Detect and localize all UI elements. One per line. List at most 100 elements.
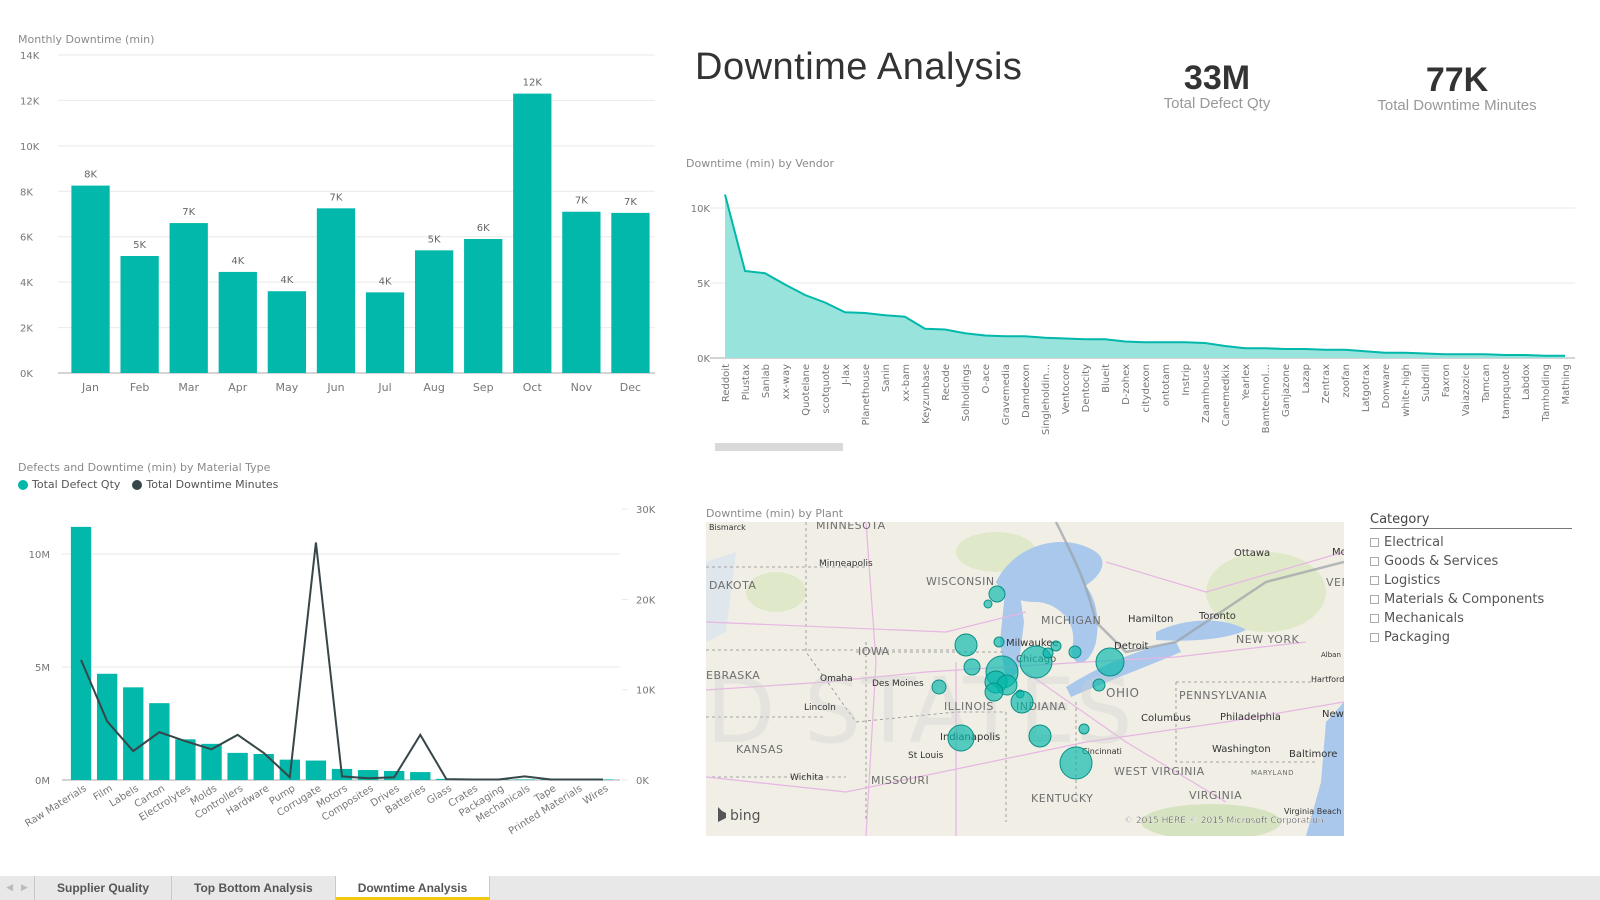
data-point[interactable] (743, 269, 747, 273)
data-point[interactable] (1283, 347, 1287, 351)
data-point[interactable] (1303, 347, 1307, 351)
data-point[interactable] (983, 334, 987, 338)
data-point[interactable] (601, 778, 605, 782)
bar[interactable] (410, 772, 431, 780)
plant-bubble[interactable] (983, 599, 993, 609)
bar[interactable] (71, 185, 110, 373)
data-point[interactable] (803, 293, 807, 297)
data-point[interactable] (497, 778, 501, 782)
bar[interactable] (316, 208, 356, 373)
checkbox-icon[interactable] (1370, 557, 1379, 566)
bar[interactable] (562, 211, 601, 373)
material-combo-chart[interactable]: 0M5M10M0K10K20K30KRaw Materials FilmLabel… (0, 495, 680, 850)
data-point[interactable] (883, 313, 887, 317)
data-point[interactable] (1163, 340, 1167, 344)
data-point[interactable] (236, 733, 240, 737)
data-point[interactable] (1203, 341, 1207, 345)
plant-bubble[interactable] (1078, 723, 1090, 735)
data-point[interactable] (418, 733, 422, 737)
next-page-icon[interactable]: ▶ (21, 883, 28, 893)
plant-bubble[interactable] (963, 658, 981, 676)
plant-bubble[interactable] (1010, 690, 1034, 714)
data-point[interactable] (1103, 337, 1107, 341)
data-point[interactable] (1443, 352, 1447, 356)
data-point[interactable] (1463, 352, 1467, 356)
checkbox-icon[interactable] (1370, 595, 1379, 604)
data-point[interactable] (943, 328, 947, 332)
plant-bubble[interactable] (1068, 645, 1082, 659)
data-point[interactable] (863, 311, 867, 315)
bar[interactable] (414, 250, 454, 373)
bar[interactable] (305, 760, 327, 780)
data-point[interactable] (131, 749, 135, 753)
data-point[interactable] (1223, 344, 1227, 348)
data-point[interactable] (1503, 353, 1507, 357)
data-point[interactable] (1063, 337, 1067, 341)
plant-bubble[interactable] (931, 679, 947, 695)
plant-map[interactable]: D STATES MINNESOTA WISCONSIN DAKOTA IOWA… (706, 522, 1344, 836)
plant-bubble[interactable] (1095, 647, 1125, 677)
data-point[interactable] (763, 271, 767, 275)
bar[interactable] (514, 779, 535, 780)
checkbox-icon[interactable] (1370, 614, 1379, 623)
data-point[interactable] (923, 327, 927, 331)
plant-bubble[interactable] (993, 636, 1005, 648)
bar[interactable] (218, 271, 257, 373)
bar[interactable] (96, 673, 118, 780)
data-point[interactable] (1483, 352, 1487, 356)
data-point[interactable] (1363, 349, 1367, 353)
vendor-chart-scrollbar[interactable] (715, 443, 843, 451)
kpi-total-downtime-minutes[interactable]: 77K Total Downtime Minutes (1357, 62, 1557, 114)
data-point[interactable] (783, 283, 787, 287)
legend-defect-qty-label[interactable]: Total Defect Qty (32, 478, 120, 491)
tab-top-bottom-analysis[interactable]: Top Bottom Analysis (172, 876, 336, 900)
slicer-item-goods-services[interactable]: Goods & Services (1370, 552, 1572, 571)
checkbox-icon[interactable] (1370, 633, 1379, 642)
data-point[interactable] (366, 776, 370, 780)
data-point[interactable] (1083, 337, 1087, 341)
bar[interactable] (227, 752, 248, 780)
data-point[interactable] (1543, 354, 1547, 358)
plant-bubble[interactable] (1028, 724, 1052, 748)
data-point[interactable] (1123, 340, 1127, 344)
bar[interactable] (123, 687, 144, 780)
slicer-item-logistics[interactable]: Logistics (1370, 571, 1572, 590)
vendor-area[interactable] (725, 194, 1565, 359)
data-point[interactable] (1263, 346, 1267, 350)
data-point[interactable] (1323, 348, 1327, 352)
plant-bubble[interactable] (1059, 746, 1093, 780)
data-point[interactable] (444, 777, 448, 781)
data-point[interactable] (1343, 348, 1347, 352)
data-point[interactable] (1383, 351, 1387, 355)
plant-bubble[interactable] (984, 682, 1004, 702)
bar[interactable] (464, 238, 503, 373)
data-point[interactable] (549, 778, 553, 782)
data-point[interactable] (183, 739, 187, 743)
bar[interactable] (513, 93, 552, 373)
data-point[interactable] (157, 730, 161, 734)
data-point[interactable] (1423, 352, 1427, 356)
slicer-item-electrical[interactable]: Electrical (1370, 533, 1572, 552)
data-point[interactable] (1243, 346, 1247, 350)
data-point[interactable] (843, 310, 847, 314)
plant-bubble[interactable] (954, 633, 978, 657)
data-point[interactable] (1043, 336, 1047, 340)
data-point[interactable] (314, 541, 318, 545)
data-point[interactable] (210, 747, 214, 751)
category-slicer[interactable]: Category Electrical Goods & Services Log… (1370, 512, 1572, 647)
data-point[interactable] (523, 774, 527, 778)
bar[interactable] (611, 212, 650, 373)
monthly-downtime-chart[interactable]: 0K 2K 4K 6K 8K 10K 12K 14K 8K Jan 5K Feb 7K Mar 4K Apr 4… (0, 45, 670, 405)
data-point[interactable] (1143, 340, 1147, 344)
kpi-total-defect-qty[interactable]: 33M Total Defect Qty (1117, 60, 1317, 112)
data-point[interactable] (288, 775, 292, 779)
data-point[interactable] (79, 658, 83, 662)
plant-bubble[interactable] (988, 585, 1006, 603)
data-point[interactable] (1563, 354, 1567, 358)
data-point[interactable] (1523, 353, 1527, 357)
plant-bubble[interactable] (947, 724, 975, 752)
bar[interactable] (120, 256, 159, 373)
bar[interactable] (70, 526, 92, 780)
data-point[interactable] (1183, 340, 1187, 344)
data-point[interactable] (105, 719, 109, 723)
